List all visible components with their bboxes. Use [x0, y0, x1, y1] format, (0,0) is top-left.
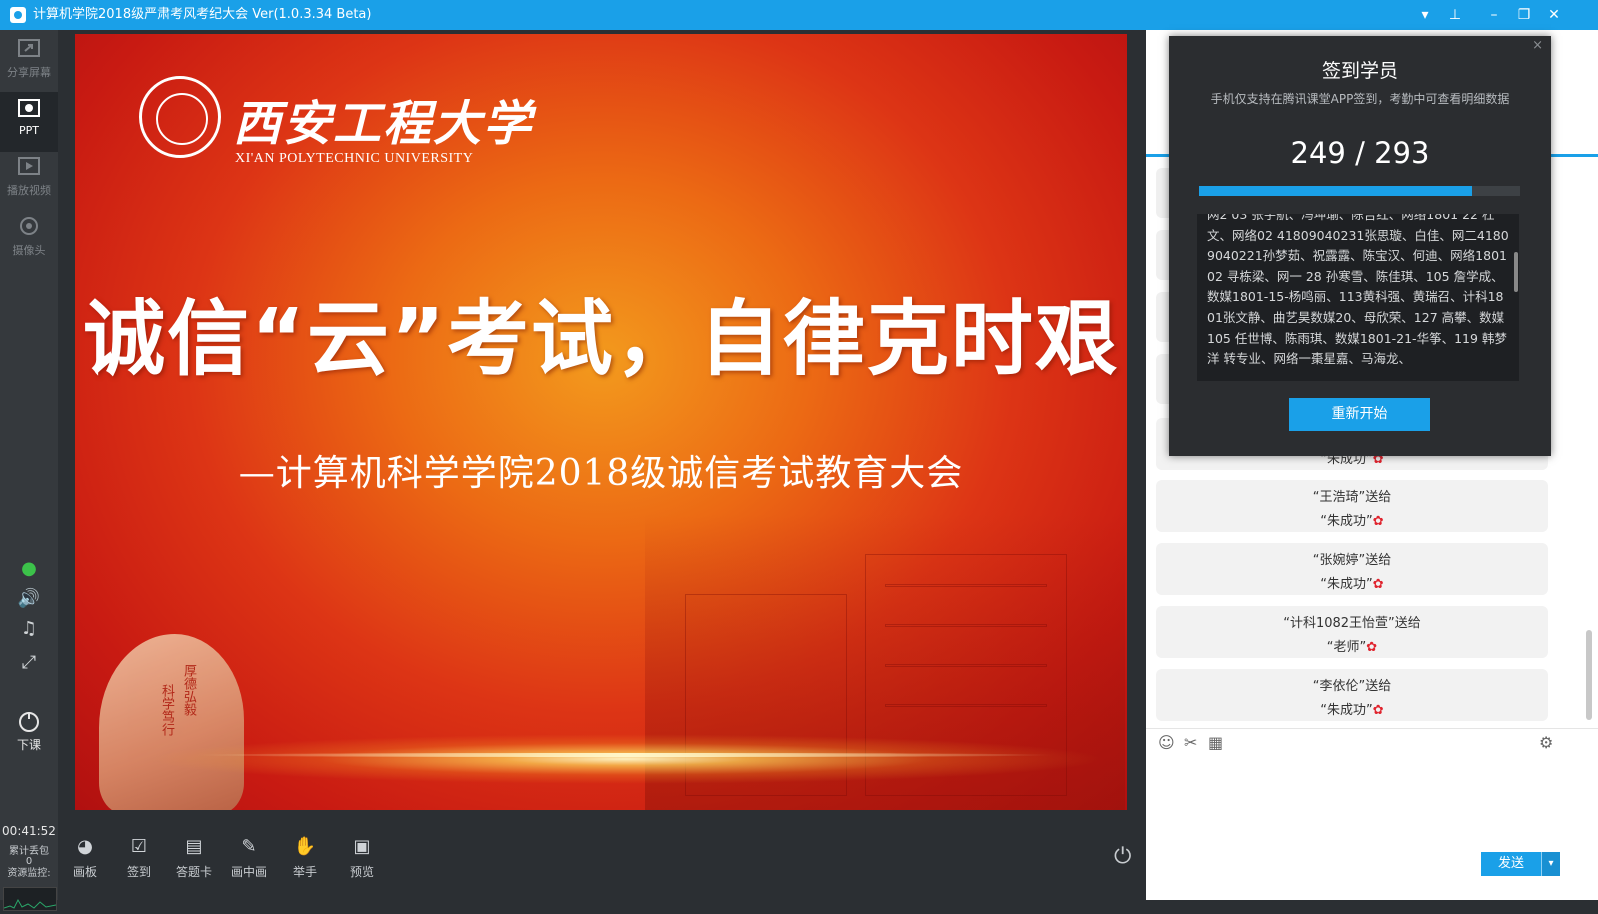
resource-monitor-label: 资源监控:: [7, 868, 51, 879]
university-seal-logo: [139, 76, 221, 158]
chat-message: “张婉婷”送给 “朱成功”✿: [1156, 543, 1548, 595]
sign-in-button[interactable]: ☑ 签到: [112, 836, 166, 880]
speaker-icon[interactable]: 🔊: [0, 588, 58, 609]
restart-button[interactable]: 重新开始: [1289, 398, 1430, 431]
gift-sender: “张婉婷”送给: [1312, 553, 1392, 568]
window-title: 计算机学院2018级严肃考风考纪大会 Ver(1.0.3.34 Beta): [33, 7, 372, 22]
ppt-label: PPT: [19, 124, 39, 137]
image-icon[interactable]: ▦: [1208, 733, 1223, 752]
light-streak-decoration: [195, 753, 1055, 757]
whiteboard-button[interactable]: ◕ 画板: [58, 836, 112, 880]
share-screen-button[interactable]: 分享屏幕: [0, 38, 58, 80]
camera-button[interactable]: 摄像头: [0, 216, 58, 258]
chat-input-toolbar: ☺ ✂ ▦ ⚙: [1146, 728, 1598, 758]
rose-icon: ✿: [1372, 703, 1384, 718]
gift-recipient: “朱成功”: [1320, 514, 1373, 529]
light-glow-decoration: [145, 734, 1105, 784]
gift-sender: “王浩琦”送给: [1312, 490, 1392, 505]
rose-icon: ✿: [1372, 577, 1384, 592]
gift-recipient: “老师”: [1326, 640, 1367, 655]
chat-message: “计科1082王怡萱”送给 “老师”✿: [1156, 606, 1548, 658]
fullscreen-icon[interactable]: ⤢: [0, 652, 58, 673]
play-video-button[interactable]: 播放视频: [0, 156, 58, 198]
app-icon: [10, 7, 26, 23]
camera-icon: [20, 217, 38, 235]
preview-label: 预览: [349, 865, 374, 879]
pin-icon[interactable]: ⊥: [1440, 0, 1470, 30]
power-icon[interactable]: ⏻: [1114, 844, 1131, 869]
raise-hand-button[interactable]: ✋ 举手: [278, 836, 332, 880]
minimize-button[interactable]: –: [1479, 0, 1509, 30]
signed-in-names: 网2 03 张宇航、冯坤瑜、陈吉红、网络1801 22 杜文、网络02 4180…: [1207, 214, 1509, 367]
menu-dropdown-icon[interactable]: ▾: [1410, 0, 1440, 30]
bottom-toolbar: ◕ 画板 ☑ 签到 ▤ 答题卡 ✎ 画中画 ✋ 举手 ▣ 预览 ⏻: [58, 828, 1146, 900]
share-screen-icon: [18, 39, 40, 57]
settings-gear-icon[interactable]: ⚙: [1539, 733, 1553, 752]
slide-headline: 诚信“云”考试，自律克时艰: [83, 292, 1119, 387]
signin-count: 249 / 293: [1290, 136, 1430, 170]
chat-input[interactable]: [1146, 757, 1598, 867]
microphone-icon[interactable]: ●: [0, 558, 58, 579]
popup-title: 签到学员: [1321, 60, 1398, 82]
rose-icon: ✿: [1372, 514, 1384, 529]
chat-message: “李依伦”送给 “朱成功”✿: [1156, 669, 1548, 721]
rose-icon: ✿: [1366, 640, 1378, 655]
palette-icon: ◕: [77, 836, 93, 857]
left-toolbar: 分享屏幕 PPT 播放视频 摄像头 ● 🔊 ♫ ⤢ 下课 00:41:52 累计…: [0, 30, 59, 911]
answer-card-label: 答题卡: [175, 865, 212, 879]
signin-progress-bar: [1199, 186, 1520, 196]
names-scrollbar[interactable]: [1514, 252, 1518, 292]
packet-loss-value: 0: [25, 856, 33, 867]
checkin-calendar-icon: ☑: [130, 836, 148, 857]
signin-progress-fill: [1199, 186, 1472, 196]
play-video-icon: [18, 157, 40, 175]
share-screen-label: 分享屏幕: [7, 66, 51, 79]
end-class-label: 下课: [16, 738, 41, 752]
signed-in-names-list[interactable]: 网2 03 张宇航、冯坤瑜、陈吉红、网络1801 22 杜文、网络02 4180…: [1197, 214, 1519, 381]
ppt-icon: [18, 99, 40, 117]
gift-recipient: “朱成功”: [1320, 703, 1373, 718]
camera-label: 摄像头: [12, 244, 46, 257]
session-timer: 00:41:52: [2, 824, 56, 838]
gift-recipient: “朱成功”: [1320, 577, 1373, 592]
signin-popup: × 签到学员 手机仅支持在腾讯课堂APP签到，考勤中可查看明细数据 249 / …: [1169, 36, 1551, 456]
slide-subtitle: —计算机科学学院2018级诚信考试教育大会: [238, 453, 964, 494]
close-icon[interactable]: ×: [1532, 38, 1543, 53]
end-class-button[interactable]: 下课: [0, 710, 58, 753]
play-video-label: 播放视频: [7, 184, 51, 197]
rock-inscription-2: 科学笃行: [159, 684, 174, 736]
popup-subtitle: 手机仅支持在腾讯课堂APP签到，考勤中可查看明细数据: [1210, 92, 1510, 106]
ppt-slide: 西安工程大学 XI'AN POLYTECHNIC UNIVERSITY 诚信“云…: [75, 34, 1127, 810]
close-button[interactable]: ✕: [1539, 0, 1569, 30]
restore-button[interactable]: ❐: [1509, 0, 1539, 30]
university-name-en: XI'AN POLYTECHNIC UNIVERSITY: [235, 151, 474, 166]
emoji-icon[interactable]: ☺: [1158, 733, 1175, 752]
whiteboard-label: 画板: [72, 865, 97, 879]
chat-scrollbar[interactable]: [1586, 630, 1592, 720]
answer-card-button[interactable]: ▤ 答题卡: [167, 836, 221, 880]
scissors-icon[interactable]: ✂: [1184, 733, 1197, 752]
music-icon[interactable]: ♫: [0, 618, 58, 639]
raise-hand-label: 举手: [292, 865, 317, 879]
chat-message: “王浩琦”送给 “朱成功”✿: [1156, 480, 1548, 532]
title-bar: 计算机学院2018级严肃考风考纪大会 Ver(1.0.3.34 Beta) ▾ …: [0, 0, 1598, 30]
sign-in-label: 签到: [126, 865, 151, 879]
resource-monitor-graph: [3, 887, 57, 911]
picture-in-picture-button[interactable]: ✎ 画中画: [222, 836, 276, 880]
preview-icon: ▣: [353, 836, 371, 857]
end-class-icon: [19, 712, 39, 732]
picture-in-picture-label: 画中画: [230, 865, 267, 879]
university-name-cn: 西安工程大学: [233, 96, 534, 152]
hand-icon: ✋: [293, 836, 317, 857]
gift-sender: “李依伦”送给: [1312, 679, 1392, 694]
rock-inscription-1: 厚德弘毅: [181, 664, 196, 716]
preview-button[interactable]: ▣ 预览: [335, 836, 389, 880]
send-options-dropdown[interactable]: ▾: [1541, 852, 1560, 876]
gift-sender: “计科1082王怡萱”送给: [1283, 616, 1421, 631]
pen-icon: ✎: [241, 836, 257, 857]
answer-card-icon: ▤: [185, 836, 203, 857]
inscribed-rock-image: 厚德弘毅 科学笃行: [99, 634, 244, 810]
send-button[interactable]: 发送: [1481, 852, 1541, 876]
ppt-button[interactable]: PPT: [0, 92, 58, 152]
